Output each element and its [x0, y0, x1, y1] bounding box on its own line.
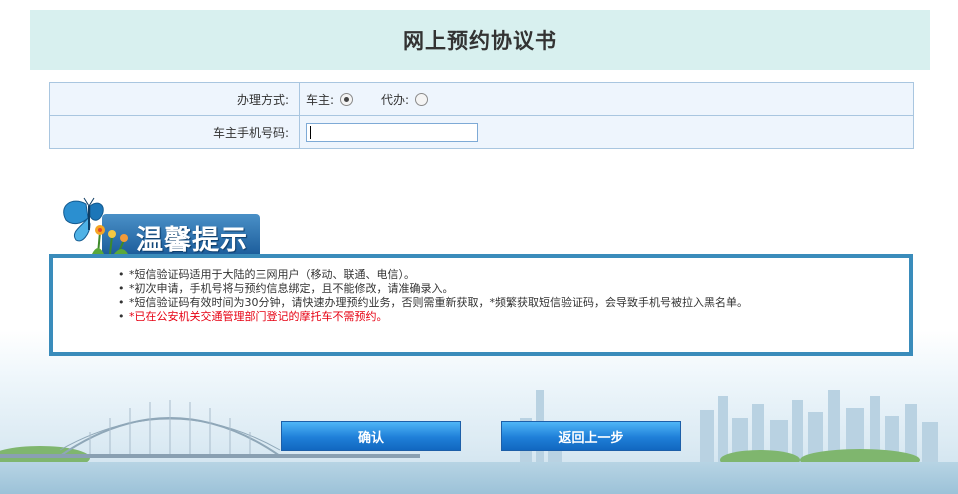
- tip-item: *短信验证码有效时间为30分钟，请快速办理预约业务，否则需重新获取，*频繁获取短…: [118, 296, 909, 310]
- text-caret: [310, 126, 311, 139]
- city-bridge-illustration: [0, 390, 938, 470]
- phone-label: 车主手机号码:: [50, 116, 300, 148]
- form-row-method: 办理方式: 车主: 代办:: [50, 83, 913, 115]
- agent-radio[interactable]: [415, 92, 429, 106]
- butterfly-flower-icon: [63, 197, 128, 255]
- phone-input[interactable]: [306, 123, 478, 142]
- tips-box: *短信验证码适用于大陆的三网用户（移动、联通、电信）。 *初次申请，手机号将与预…: [49, 254, 913, 356]
- page-header: 网上预约协议书: [30, 10, 930, 70]
- agent-radio-label: 代办:: [381, 92, 410, 107]
- method-radio-group: 车主: 代办:: [300, 83, 913, 115]
- phone-cell: [300, 116, 913, 148]
- appointment-form: 办理方式: 车主: 代办: 车主手机号码:: [49, 82, 914, 149]
- method-label: 办理方式:: [50, 83, 300, 115]
- background-water: [0, 462, 958, 494]
- tips-title: 温馨提示: [136, 225, 248, 256]
- page: 网上预约协议书 办理方式: 车主: 代办: 车主手机号码: 温馨提示 • *短信…: [0, 0, 958, 494]
- tip-item-warning: *已在公安机关交通管理部门登记的摩托车不需预约。: [118, 310, 909, 324]
- page-title: 网上预约协议书: [403, 29, 557, 53]
- form-row-phone: 车主手机号码:: [50, 115, 913, 148]
- owner-radio-label: 车主:: [306, 92, 335, 107]
- tip-item: *短信验证码适用于大陆的三网用户（移动、联通、电信）。: [118, 268, 909, 282]
- tip-item: *初次申请，手机号将与预约信息绑定，且不能修改，请准确录入。: [118, 282, 909, 296]
- back-button[interactable]: 返回上一步: [501, 421, 681, 451]
- confirm-button[interactable]: 确认: [281, 421, 461, 451]
- tips-list: *短信验证码适用于大陆的三网用户（移动、联通、电信）。 *初次申请，手机号将与预…: [53, 268, 909, 324]
- owner-radio[interactable]: [340, 92, 354, 106]
- tips-banner: 温馨提示: [52, 196, 262, 256]
